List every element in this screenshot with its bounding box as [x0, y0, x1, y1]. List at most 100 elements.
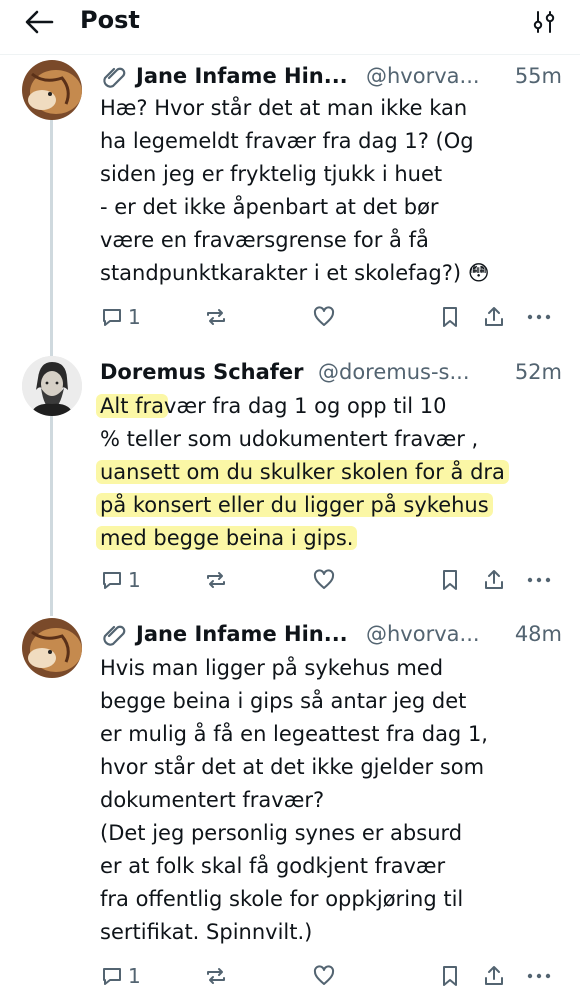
bookmark-button[interactable] [438, 960, 462, 992]
page-title: Post [80, 6, 140, 34]
timestamp[interactable]: 48m [515, 618, 562, 650]
reply-button[interactable]: 1 [100, 301, 141, 333]
author-name[interactable]: Doremus Schafer [100, 356, 304, 388]
more-button[interactable] [526, 301, 552, 333]
text-line: fra offentlig skole for oppkjøring til [100, 887, 464, 911]
share-icon [485, 966, 503, 985]
like-button[interactable] [312, 960, 336, 992]
heart-icon [313, 965, 335, 985]
avatar[interactable] [22, 618, 82, 678]
reply-count: 1 [128, 568, 141, 592]
heart-icon [313, 306, 335, 326]
more-button[interactable] [526, 960, 552, 992]
top-bar: Post [0, 0, 580, 44]
header-divider [0, 54, 580, 55]
repost-button[interactable] [204, 960, 228, 992]
repost-icon [207, 309, 225, 325]
highlighted-text: uansett om du skulker skolen for å dra [96, 460, 509, 484]
share-button[interactable] [482, 564, 506, 596]
repost-icon [207, 572, 225, 588]
share-icon [485, 570, 503, 589]
text-line: være en fraværsgrense for å få [100, 228, 429, 252]
author-handle[interactable]: @hvorva... [366, 618, 480, 650]
filter-button[interactable] [530, 8, 558, 36]
text-line: % teller som udokumentert fravær , [100, 427, 479, 451]
text-line: standpunktkarakter i et skolefag?) 😳 [100, 257, 560, 290]
bookmark-button[interactable] [438, 564, 462, 596]
author-name[interactable]: Jane Infame Hin... [136, 618, 348, 650]
action-bar: 1 [100, 564, 560, 596]
timestamp[interactable]: 55m [515, 60, 562, 92]
text-line: er at folk skal få godkjent fravær [100, 854, 446, 878]
text-line: ha legemeldt fravær fra dag 1? (Og [100, 129, 474, 153]
share-button[interactable] [482, 960, 506, 992]
more-dots-icon [527, 577, 551, 583]
post-text: Alt fravær fra dag 1 og opp til 10 % tel… [96, 390, 560, 555]
text-line: Alt fravær fra dag 1 og opp til 10 [96, 390, 560, 423]
post-header: Jane Infame Hin... @hvorva... 48m [100, 618, 562, 650]
like-button[interactable] [312, 564, 336, 596]
reply-count: 1 [128, 964, 141, 988]
text-line: dokumentert fravær? [100, 788, 325, 812]
text-line: sertifikat. Spinnvilt.) [100, 920, 313, 944]
reply-count: 1 [128, 305, 141, 329]
repost-button[interactable] [204, 301, 228, 333]
back-button[interactable] [22, 6, 58, 38]
text-line: siden jeg er fryktelig tjukk i huet [100, 162, 443, 186]
paperclip-icon [103, 625, 126, 646]
post-2[interactable]: Doremus Schafer @doremus-s... 52m Alt fr… [0, 356, 580, 612]
more-dots-icon [527, 973, 551, 979]
highlighted-text: Alt fra [96, 394, 169, 418]
arrow-left-icon [25, 10, 54, 34]
highlighted-text: med begge beina i gips. [96, 526, 358, 550]
author-name[interactable]: Jane Infame Hin... [136, 60, 348, 92]
bookmark-button[interactable] [438, 301, 462, 333]
reply-icon [103, 572, 121, 589]
author-handle[interactable]: @doremus-s... [318, 356, 470, 388]
action-bar: 1 [100, 960, 560, 992]
text-segment: standpunktkarakter i et skolefag?) [100, 261, 462, 285]
repost-button[interactable] [204, 564, 228, 596]
action-bar: 1 [100, 301, 560, 333]
post-1[interactable]: Jane Infame Hin... @hvorva... 55m Hæ? Hv… [0, 60, 580, 340]
repost-icon [207, 968, 225, 984]
avatar[interactable] [22, 356, 82, 416]
text-line: (Det jeg personlig synes er absurd [100, 821, 463, 845]
paperclip-icon [103, 67, 126, 88]
text-line: med begge beina i gips. [96, 522, 560, 555]
fox-avatar-icon [22, 618, 82, 678]
avatar[interactable] [22, 60, 82, 120]
text-line: uansett om du skulker skolen for å dra [96, 456, 560, 489]
emoji: 😳 [467, 261, 490, 285]
share-button[interactable] [482, 301, 506, 333]
text-line: er mulig å få en legeattest fra dag 1, [100, 722, 488, 746]
timestamp[interactable]: 52m [515, 356, 562, 388]
heart-icon [313, 569, 335, 589]
more-dots-icon [527, 314, 551, 320]
bookmark-icon [443, 570, 457, 590]
text-line: på konsert eller du ligger på sykehus [96, 489, 560, 522]
text-segment: vær fra dag 1 og opp til 10 [164, 394, 447, 418]
text-line: - er det ikke åpenbart at det bør [100, 195, 439, 219]
text-line: Hæ? Hvor står det at man ikke kan [100, 96, 468, 120]
post-header: Doremus Schafer @doremus-s... 52m [100, 356, 562, 388]
text-line: begge beina i gips så antar jeg det [100, 689, 467, 713]
text-line: Hvis man ligger på sykehus med [100, 656, 444, 680]
fox-avatar-icon [22, 60, 82, 120]
reply-icon [103, 968, 121, 985]
post-text: Hvis man ligger på sykehus med begge bei… [100, 652, 560, 949]
post-3[interactable]: Jane Infame Hin... @hvorva... 48m Hvis m… [0, 618, 580, 1000]
highlighted-text: på konsert eller du ligger på sykehus [96, 493, 493, 517]
reply-icon [103, 309, 121, 326]
reply-button[interactable]: 1 [100, 564, 141, 596]
post-text: Hæ? Hvor står det at man ikke kan ha leg… [100, 92, 560, 290]
post-header: Jane Infame Hin... @hvorva... 55m [100, 60, 562, 92]
filter-sliders-icon [533, 11, 555, 33]
bookmark-icon [443, 307, 457, 327]
portrait-avatar-icon [22, 356, 82, 416]
more-button[interactable] [526, 564, 552, 596]
like-button[interactable] [312, 301, 336, 333]
author-handle[interactable]: @hvorva... [366, 60, 480, 92]
text-line: hvor står det at det ikke gjelder som [100, 755, 485, 779]
reply-button[interactable]: 1 [100, 960, 141, 992]
